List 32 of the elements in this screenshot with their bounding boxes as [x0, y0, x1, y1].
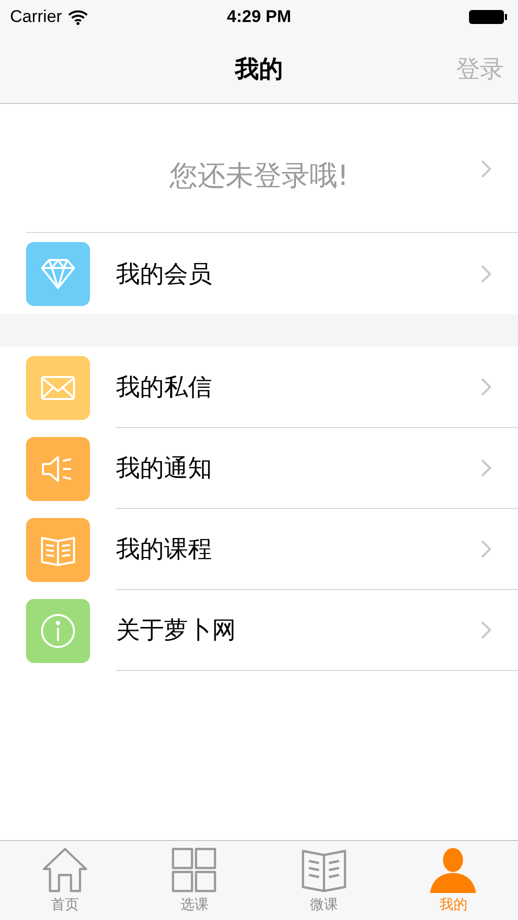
- tab[interactable]: 微课: [259, 841, 388, 920]
- carrier-label: Carrier: [10, 6, 62, 28]
- menu-label: 我的私信: [116, 372, 213, 403]
- login-button[interactable]: 登录: [456, 50, 504, 86]
- menu-label: 我的会员: [116, 258, 213, 290]
- login-prompt-row[interactable]: 您还未登录哦!: [26, 104, 518, 233]
- chevron-right-icon: [480, 539, 492, 559]
- home-icon: [42, 847, 88, 893]
- tab[interactable]: 首页: [0, 841, 130, 920]
- chevron-right-icon: [480, 458, 492, 478]
- chevron-right-icon: [480, 620, 492, 640]
- battery-icon: [468, 9, 508, 25]
- tab[interactable]: 我的: [388, 841, 518, 920]
- menu-row[interactable]: 关于萝卜网: [0, 590, 518, 671]
- chevron-right-icon: [480, 159, 492, 179]
- chevron-right-icon: [480, 264, 492, 284]
- menu-row[interactable]: 我的通知: [0, 428, 518, 509]
- menu-row[interactable]: 我的私信: [0, 347, 518, 428]
- menu-label: 我的通知: [116, 453, 213, 484]
- tab[interactable]: 选课: [130, 841, 259, 920]
- book-icon: [300, 847, 347, 893]
- login-prompt: 您还未登录哦!: [169, 158, 349, 194]
- grid-icon: [171, 847, 218, 893]
- menu-label: 关于萝卜网: [116, 615, 237, 646]
- menu-row[interactable]: 我的会员: [0, 233, 518, 314]
- status-time: 4:29 PM: [226, 6, 292, 28]
- menu-label: 我的课程: [116, 534, 213, 565]
- person-icon: [430, 847, 476, 893]
- page-title: 我的: [235, 54, 283, 84]
- menu-row[interactable]: 我的课程: [0, 509, 518, 590]
- chevron-right-icon: [480, 377, 492, 397]
- wifi-icon: [68, 10, 88, 24]
